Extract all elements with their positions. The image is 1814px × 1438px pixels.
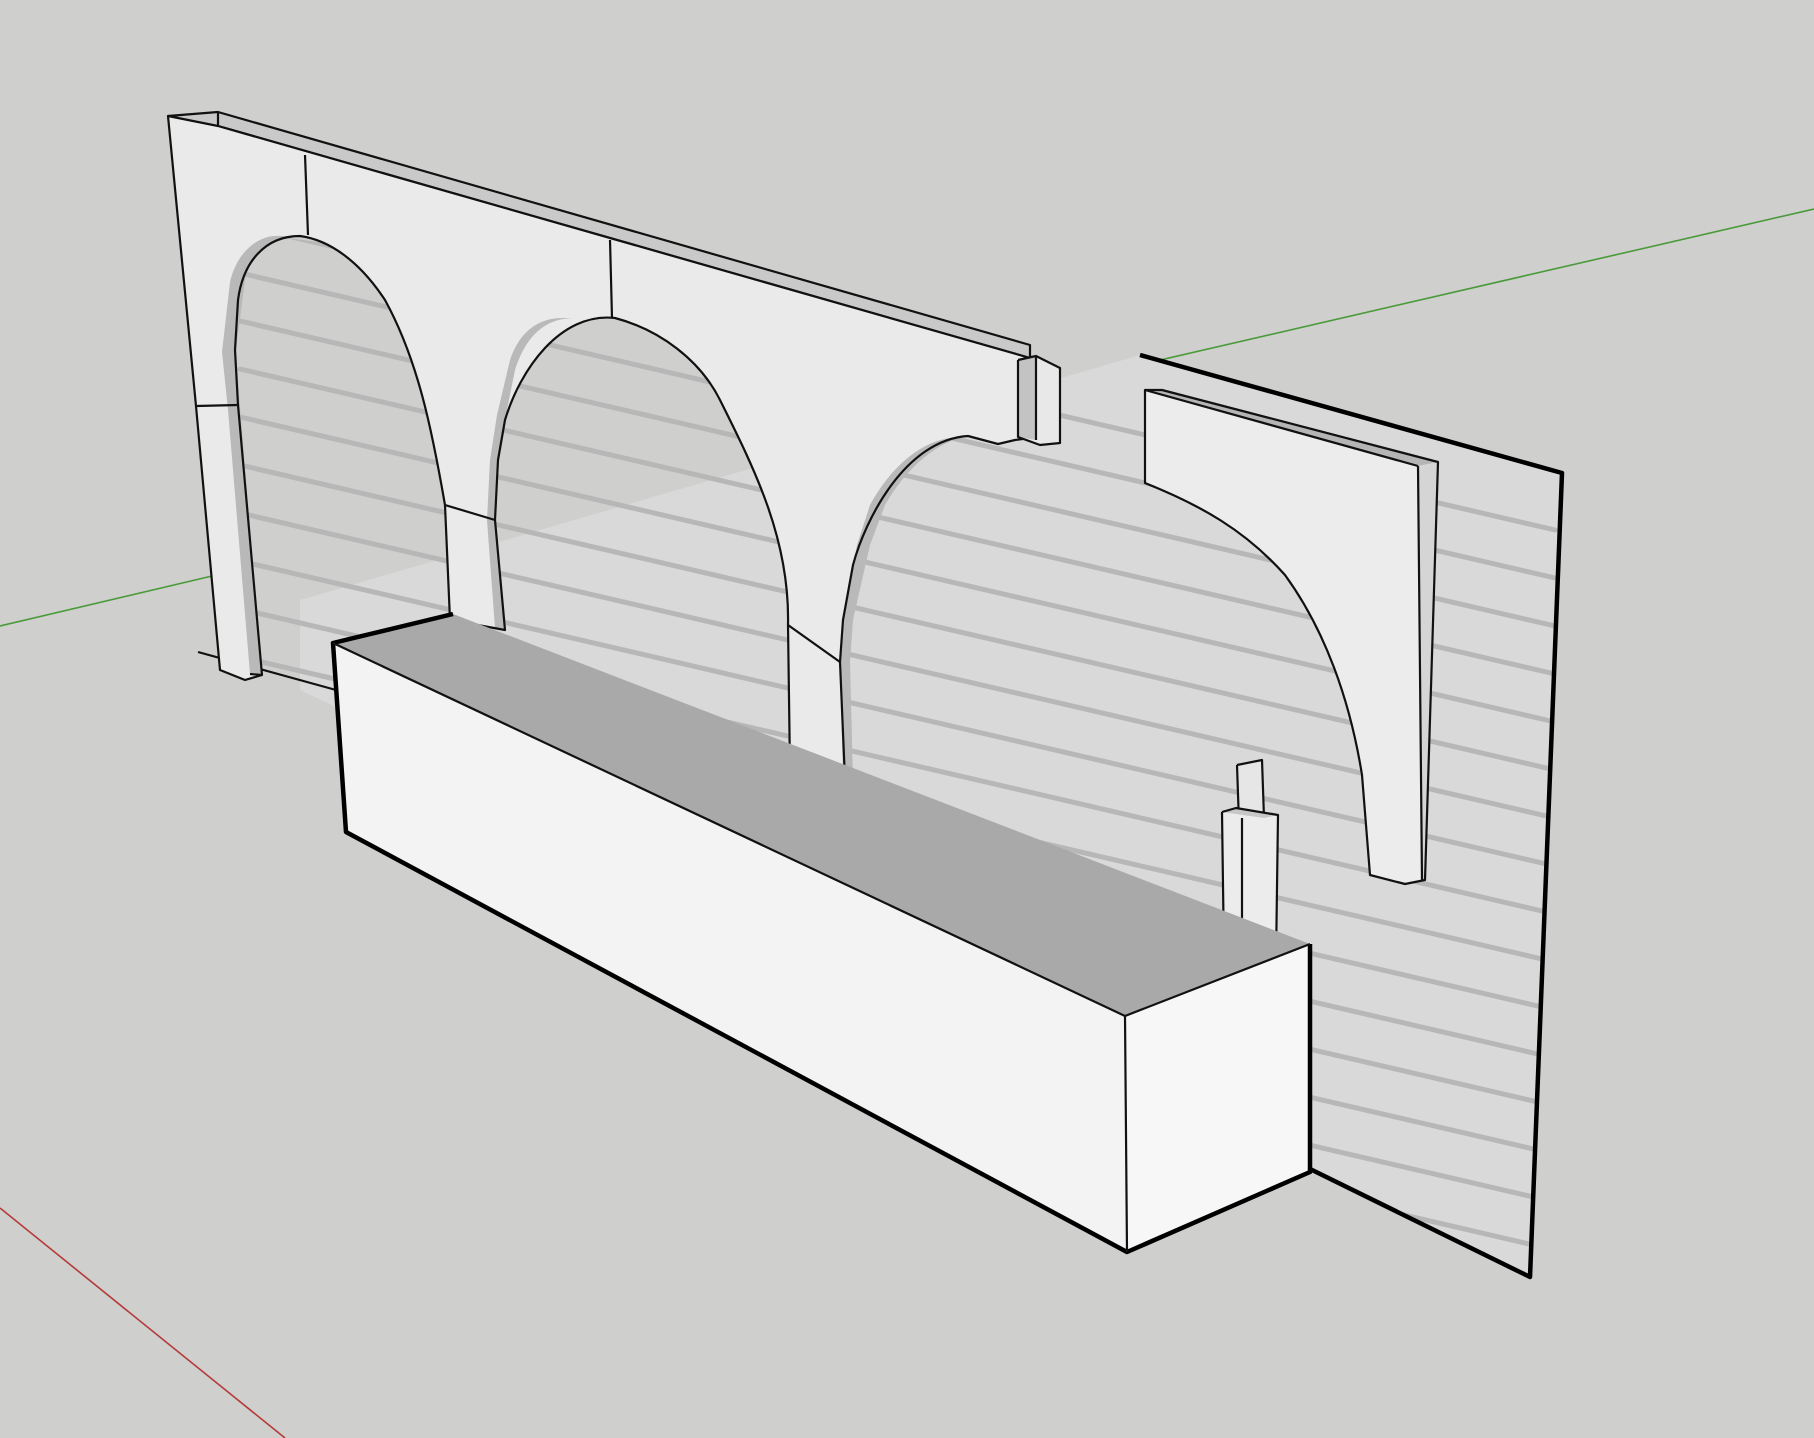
- green-axis-right: [1142, 208, 1814, 365]
- red-axis: [0, 1207, 286, 1438]
- end-cap-block[interactable]: [1016, 354, 1062, 447]
- green-axis-left: [0, 575, 213, 627]
- modeling-viewport[interactable]: [0, 0, 1814, 1438]
